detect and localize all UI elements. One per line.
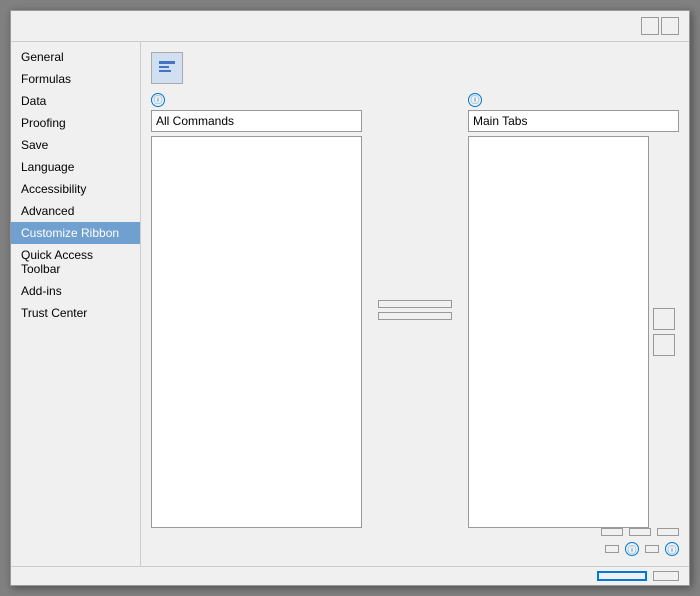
- commands-list[interactable]: [151, 136, 362, 529]
- sidebar-item-accessibility[interactable]: Accessibility: [11, 178, 140, 200]
- close-button[interactable]: [661, 17, 679, 35]
- section-header-row: [151, 52, 679, 84]
- title-bar-controls: [641, 17, 679, 35]
- sidebar-item-advanced[interactable]: Advanced: [11, 200, 140, 222]
- ribbon-tree[interactable]: [468, 136, 649, 529]
- customizations-row: ⓘ ⓘ: [151, 542, 679, 556]
- right-tree-row: [468, 136, 679, 529]
- new-group-button[interactable]: [629, 528, 651, 536]
- left-panel: ⓘ All Commands: [151, 92, 362, 528]
- remove-button[interactable]: [378, 312, 452, 320]
- rename-button[interactable]: [657, 528, 679, 536]
- sidebar-item-customize-ribbon[interactable]: Customize Ribbon: [11, 222, 140, 244]
- excel-options-dialog: GeneralFormulasDataProofingSaveLanguageA…: [10, 10, 690, 586]
- sidebar-item-language[interactable]: Language: [11, 156, 140, 178]
- dialog-body: GeneralFormulasDataProofingSaveLanguageA…: [11, 42, 689, 566]
- bottom-buttons-row: [151, 528, 679, 536]
- two-panel: ⓘ All Commands: [151, 92, 679, 528]
- import-export-info-icon[interactable]: ⓘ: [665, 542, 679, 556]
- sidebar-item-trust-center[interactable]: Trust Center: [11, 302, 140, 324]
- help-button[interactable]: [641, 17, 659, 35]
- import-export-button[interactable]: [645, 545, 659, 553]
- main-content: ⓘ All Commands: [141, 42, 689, 566]
- left-info-icon[interactable]: ⓘ: [151, 93, 165, 107]
- ok-cancel-row: [11, 566, 689, 585]
- move-buttons: [649, 136, 679, 529]
- section-icon: [151, 52, 183, 84]
- right-info-icon[interactable]: ⓘ: [468, 93, 482, 107]
- middle-buttons: [372, 92, 458, 528]
- add-button[interactable]: [378, 300, 452, 308]
- move-down-button[interactable]: [653, 334, 675, 356]
- cancel-button[interactable]: [653, 571, 679, 581]
- sidebar-item-formulas[interactable]: Formulas: [11, 68, 140, 90]
- right-panel: ⓘ Main Tabs: [468, 92, 679, 528]
- sidebar-item-save[interactable]: Save: [11, 134, 140, 156]
- new-tab-button[interactable]: [601, 528, 623, 536]
- right-panel-label: ⓘ: [468, 92, 679, 107]
- sidebar-item-general[interactable]: General: [11, 46, 140, 68]
- sidebar: GeneralFormulasDataProofingSaveLanguageA…: [11, 42, 141, 566]
- reset-info-icon[interactable]: ⓘ: [625, 542, 639, 556]
- left-panel-label: ⓘ: [151, 92, 362, 107]
- sidebar-item-data[interactable]: Data: [11, 90, 140, 112]
- ribbon-dropdown[interactable]: Main Tabs: [468, 110, 679, 132]
- sidebar-item-proofing[interactable]: Proofing: [11, 112, 140, 134]
- sidebar-item-quick-access-toolbar[interactable]: Quick Access Toolbar: [11, 244, 140, 280]
- sidebar-item-add-ins[interactable]: Add-ins: [11, 280, 140, 302]
- ok-button[interactable]: [597, 571, 647, 581]
- left-dropdown-row: All Commands: [151, 110, 362, 132]
- reset-button[interactable]: [605, 545, 619, 553]
- right-dropdown-row: Main Tabs: [468, 110, 679, 132]
- title-bar: [11, 11, 689, 42]
- move-up-button[interactable]: [653, 308, 675, 330]
- commands-dropdown[interactable]: All Commands: [151, 110, 362, 132]
